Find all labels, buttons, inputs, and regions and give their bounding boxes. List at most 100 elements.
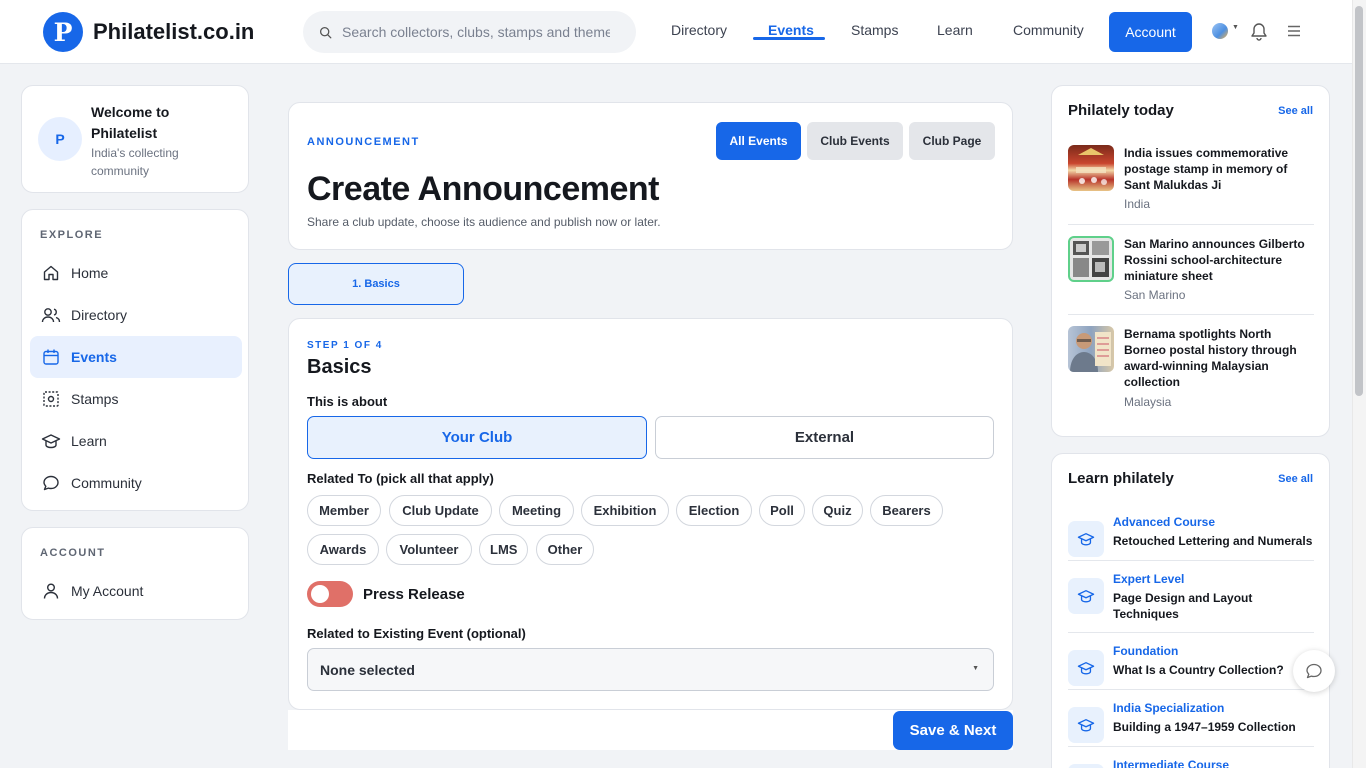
chip-club-update[interactable]: Club Update bbox=[389, 495, 492, 526]
learn-philately-card: Learn philately See all Advanced Course … bbox=[1051, 453, 1330, 768]
divider bbox=[1068, 746, 1314, 747]
page-header-card: ANNOUNCEMENT All Events Club Events Club… bbox=[288, 102, 1013, 250]
chip-poll[interactable]: Poll bbox=[759, 495, 805, 526]
divider bbox=[1068, 689, 1314, 690]
today-title: Philately today bbox=[1068, 102, 1174, 119]
press-release-toggle[interactable] bbox=[307, 581, 353, 607]
divider bbox=[1068, 632, 1314, 633]
stamp-icon bbox=[41, 389, 61, 409]
account-button[interactable]: Account bbox=[1109, 12, 1192, 52]
logo-icon[interactable]: P bbox=[43, 12, 83, 52]
sidebar-item-stamps[interactable]: Stamps bbox=[30, 378, 242, 420]
learn-level: India Specialization bbox=[1113, 701, 1225, 715]
sidebar-item-events[interactable]: Events bbox=[30, 336, 242, 378]
about-option-your-club[interactable]: Your Club bbox=[307, 416, 647, 459]
divider bbox=[1068, 560, 1314, 561]
learn-title: Learn philately bbox=[1068, 470, 1174, 487]
page-eyebrow: ANNOUNCEMENT bbox=[307, 136, 420, 148]
save-next-button[interactable]: Save & Next bbox=[893, 711, 1013, 750]
calendar-icon bbox=[41, 347, 61, 367]
learn-course-title: Retouched Lettering and Numerals bbox=[1113, 534, 1313, 548]
graduation-cap-icon bbox=[1068, 707, 1104, 743]
nav-directory[interactable]: Directory bbox=[671, 22, 727, 38]
news-thumbnail bbox=[1068, 145, 1114, 191]
learn-level: Foundation bbox=[1113, 644, 1179, 658]
learn-item[interactable]: Foundation What Is a Country Collection? bbox=[1068, 644, 1316, 690]
sidebar-item-my-account[interactable]: My Account bbox=[30, 570, 242, 612]
hamburger-menu-icon[interactable] bbox=[1287, 24, 1301, 38]
news-title: San Marino announces Gilberto Rossini sc… bbox=[1124, 237, 1305, 283]
nav-learn[interactable]: Learn bbox=[937, 22, 973, 38]
chevron-down-icon: ▼ bbox=[1232, 24, 1239, 31]
sidebar-item-community[interactable]: Community bbox=[30, 462, 242, 504]
chip-exhibition[interactable]: Exhibition bbox=[581, 495, 669, 526]
step-title: Basics bbox=[307, 356, 372, 378]
news-item[interactable]: Bernama spotlights North Borneo postal h… bbox=[1068, 326, 1314, 409]
news-thumbnail bbox=[1068, 236, 1114, 282]
account-heading: ACCOUNT bbox=[40, 547, 106, 559]
graduation-cap-icon bbox=[1068, 521, 1104, 557]
chip-member[interactable]: Member bbox=[307, 495, 381, 526]
all-events-button[interactable]: All Events bbox=[716, 122, 801, 160]
chat-button[interactable] bbox=[1293, 650, 1335, 692]
chat-bubble-icon bbox=[41, 473, 61, 493]
learn-see-all-link[interactable]: See all bbox=[1278, 473, 1313, 485]
sidebar-item-home[interactable]: Home bbox=[30, 252, 242, 294]
today-see-all-link[interactable]: See all bbox=[1278, 105, 1313, 117]
site-name[interactable]: Philatelist.co.in bbox=[93, 19, 254, 45]
chip-lms[interactable]: LMS bbox=[479, 534, 528, 565]
about-option-external[interactable]: External bbox=[655, 416, 994, 459]
language-globe-icon[interactable] bbox=[1212, 23, 1228, 39]
welcome-card: P Welcome to Philatelist India's collect… bbox=[21, 85, 249, 193]
chip-volunteer[interactable]: Volunteer bbox=[386, 534, 472, 565]
nav-community[interactable]: Community bbox=[1013, 22, 1084, 38]
chip-other[interactable]: Other bbox=[536, 534, 594, 565]
sidebar-item-learn[interactable]: Learn bbox=[30, 420, 242, 462]
philately-today-card: Philately today See all India issues com… bbox=[1051, 85, 1330, 437]
news-title: India issues commemorative postage stamp… bbox=[1124, 146, 1289, 192]
nav-events[interactable]: Events bbox=[768, 22, 814, 38]
sidebar-item-directory[interactable]: Directory bbox=[30, 294, 242, 336]
tab-step-basics[interactable]: 1. Basics bbox=[288, 263, 464, 305]
users-icon bbox=[41, 305, 61, 325]
learn-course-title: Page Design and Layout Techniques bbox=[1113, 591, 1253, 621]
graduation-cap-icon bbox=[1068, 578, 1104, 614]
chip-meeting[interactable]: Meeting bbox=[499, 495, 574, 526]
sidebar-item-label: My Account bbox=[71, 583, 144, 599]
nav-stamps[interactable]: Stamps bbox=[851, 22, 898, 38]
graduation-cap-icon bbox=[1068, 650, 1104, 686]
bell-icon[interactable] bbox=[1250, 22, 1268, 41]
chip-awards[interactable]: Awards bbox=[307, 534, 379, 565]
news-country: San Marino bbox=[1124, 288, 1186, 302]
step-indicator: STEP 1 OF 4 bbox=[307, 340, 383, 351]
divider bbox=[1068, 314, 1314, 315]
sidebar-item-label: Events bbox=[71, 349, 117, 365]
learn-level: Expert Level bbox=[1113, 572, 1185, 586]
learn-item[interactable]: Expert Level Page Design and Layout Tech… bbox=[1068, 572, 1316, 628]
learn-course-title: Building a 1947–1959 Collection bbox=[1113, 720, 1296, 734]
scrollbar-thumb[interactable] bbox=[1355, 6, 1363, 396]
nav-active-underline bbox=[753, 37, 825, 40]
existing-event-label: Related to Existing Event (optional) bbox=[307, 626, 526, 641]
chip-quiz[interactable]: Quiz bbox=[812, 495, 863, 526]
sidebar-item-label: Community bbox=[71, 475, 142, 491]
search-input[interactable] bbox=[342, 24, 610, 40]
press-release-label: Press Release bbox=[363, 586, 465, 603]
graduation-cap-icon bbox=[1068, 764, 1104, 768]
chip-bearers[interactable]: Bearers bbox=[870, 495, 943, 526]
news-item[interactable]: India issues commemorative postage stamp… bbox=[1068, 145, 1314, 215]
existing-event-value: None selected bbox=[320, 661, 415, 678]
club-events-button[interactable]: Club Events bbox=[807, 122, 903, 160]
search-bar[interactable] bbox=[303, 11, 636, 53]
news-item[interactable]: San Marino announces Gilberto Rossini sc… bbox=[1068, 236, 1314, 306]
welcome-title: Welcome to Philatelist bbox=[91, 104, 170, 141]
divider bbox=[1068, 224, 1314, 225]
existing-event-select[interactable]: None selected ▼ bbox=[307, 648, 994, 691]
top-bar: P Philatelist.co.in Directory Events Sta… bbox=[0, 0, 1352, 64]
learn-item[interactable]: Intermediate Course bbox=[1068, 758, 1316, 768]
chip-election[interactable]: Election bbox=[676, 495, 752, 526]
learn-item[interactable]: Advanced Course Retouched Lettering and … bbox=[1068, 515, 1316, 561]
learn-item[interactable]: India Specialization Building a 1947–195… bbox=[1068, 701, 1316, 747]
explore-heading: EXPLORE bbox=[40, 229, 104, 241]
club-page-button[interactable]: Club Page bbox=[909, 122, 995, 160]
